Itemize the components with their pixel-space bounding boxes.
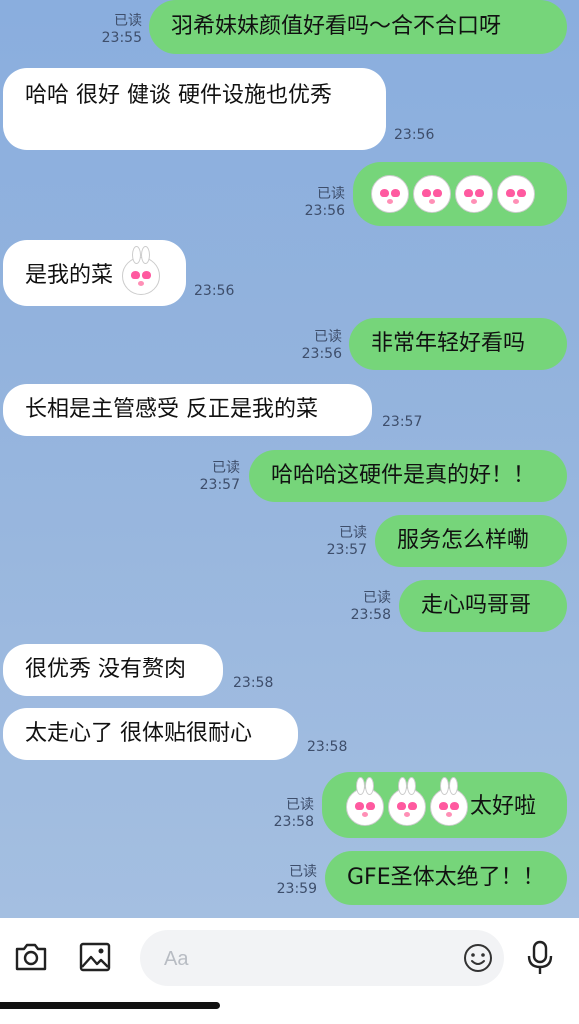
read-receipt: 已读 xyxy=(114,13,142,29)
message-time: 23:57 xyxy=(382,414,423,430)
message-time: 23:56 xyxy=(304,203,345,219)
bunny-heart-eyes-icon xyxy=(346,777,384,826)
message-meta: 已读 23:57 xyxy=(327,525,367,559)
chat-area[interactable]: 已读 23:55 羽希妹妹颜值好看吗～合不合口呀 哈哈 很好 健谈 硬件设施也优… xyxy=(0,0,579,918)
message-time: 23:58 xyxy=(350,607,391,623)
message-meta: 已读 23:55 xyxy=(102,13,142,47)
home-indicator xyxy=(0,1002,220,1009)
message-time: 23:58 xyxy=(307,739,348,755)
incoming-bubble[interactable]: 很优秀 没有赘肉 xyxy=(3,644,223,696)
bunny-sticker-icon xyxy=(122,246,161,295)
heart-eyes-face-icon xyxy=(455,175,493,213)
message-time: 23:55 xyxy=(101,30,142,46)
read-receipt: 已读 xyxy=(317,186,345,202)
bunny-heart-eyes-icon xyxy=(388,777,426,826)
heart-eyes-face-icon xyxy=(413,175,451,213)
sticker-bubble[interactable]: 太好啦 xyxy=(322,772,567,838)
message-input[interactable] xyxy=(162,942,456,976)
heart-eyes-face-icon xyxy=(371,175,409,213)
camera-icon[interactable] xyxy=(14,941,48,977)
outgoing-bubble[interactable]: 羽希妹妹颜值好看吗～合不合口呀 xyxy=(149,0,567,54)
read-receipt: 已读 xyxy=(286,797,314,813)
message-time: 23:57 xyxy=(326,542,367,558)
message-text: 是我的菜 xyxy=(25,263,114,288)
incoming-bubble[interactable]: 哈哈 很好 健谈 硬件设施也优秀 xyxy=(3,68,386,150)
outgoing-bubble[interactable]: 走心吗哥哥 xyxy=(399,580,567,632)
message-meta: 已读 23:56 xyxy=(302,329,342,363)
bunny-heart-eyes-icon xyxy=(430,777,468,826)
message-time: 23:56 xyxy=(194,283,235,299)
outgoing-bubble[interactable]: GFE圣体太绝了！！ xyxy=(325,851,567,905)
message-meta: 已读 23:57 xyxy=(200,460,240,494)
incoming-bubble[interactable]: 是我的菜 xyxy=(3,240,186,306)
message-input-container[interactable] xyxy=(140,930,504,986)
outgoing-bubble[interactable]: 哈哈哈这硬件是真的好！！ xyxy=(249,450,567,502)
message-meta: 已读 23:58 xyxy=(351,590,391,624)
message-composer xyxy=(0,918,579,1024)
message-time: 23:59 xyxy=(276,881,317,897)
message-time: 23:57 xyxy=(199,477,240,493)
message-time: 23:56 xyxy=(394,127,435,143)
incoming-bubble[interactable]: 长相是主管感受 反正是我的菜 xyxy=(3,384,372,436)
read-receipt: 已读 xyxy=(314,329,342,345)
read-receipt: 已读 xyxy=(363,590,391,606)
outgoing-bubble[interactable]: 服务怎么样嘞 xyxy=(375,515,567,567)
read-receipt: 已读 xyxy=(289,864,317,880)
incoming-bubble[interactable]: 太走心了 很体贴很耐心 xyxy=(3,708,298,760)
message-text: 太好啦 xyxy=(470,794,537,819)
outgoing-bubble[interactable]: 非常年轻好看吗 xyxy=(349,318,567,370)
message-meta: 已读 23:58 xyxy=(274,797,314,831)
message-time: 23:58 xyxy=(273,814,314,830)
emoji-icon[interactable] xyxy=(462,942,494,978)
message-time: 23:58 xyxy=(233,675,274,691)
sticker-bubble[interactable] xyxy=(353,162,567,226)
heart-eyes-face-icon xyxy=(497,175,535,213)
message-time: 23:56 xyxy=(301,346,342,362)
message-meta: 已读 23:59 xyxy=(277,864,317,898)
message-meta: 已读 23:56 xyxy=(305,186,345,220)
microphone-icon[interactable] xyxy=(526,940,554,980)
read-receipt: 已读 xyxy=(212,460,240,476)
image-icon[interactable] xyxy=(78,941,112,977)
read-receipt: 已读 xyxy=(339,525,367,541)
